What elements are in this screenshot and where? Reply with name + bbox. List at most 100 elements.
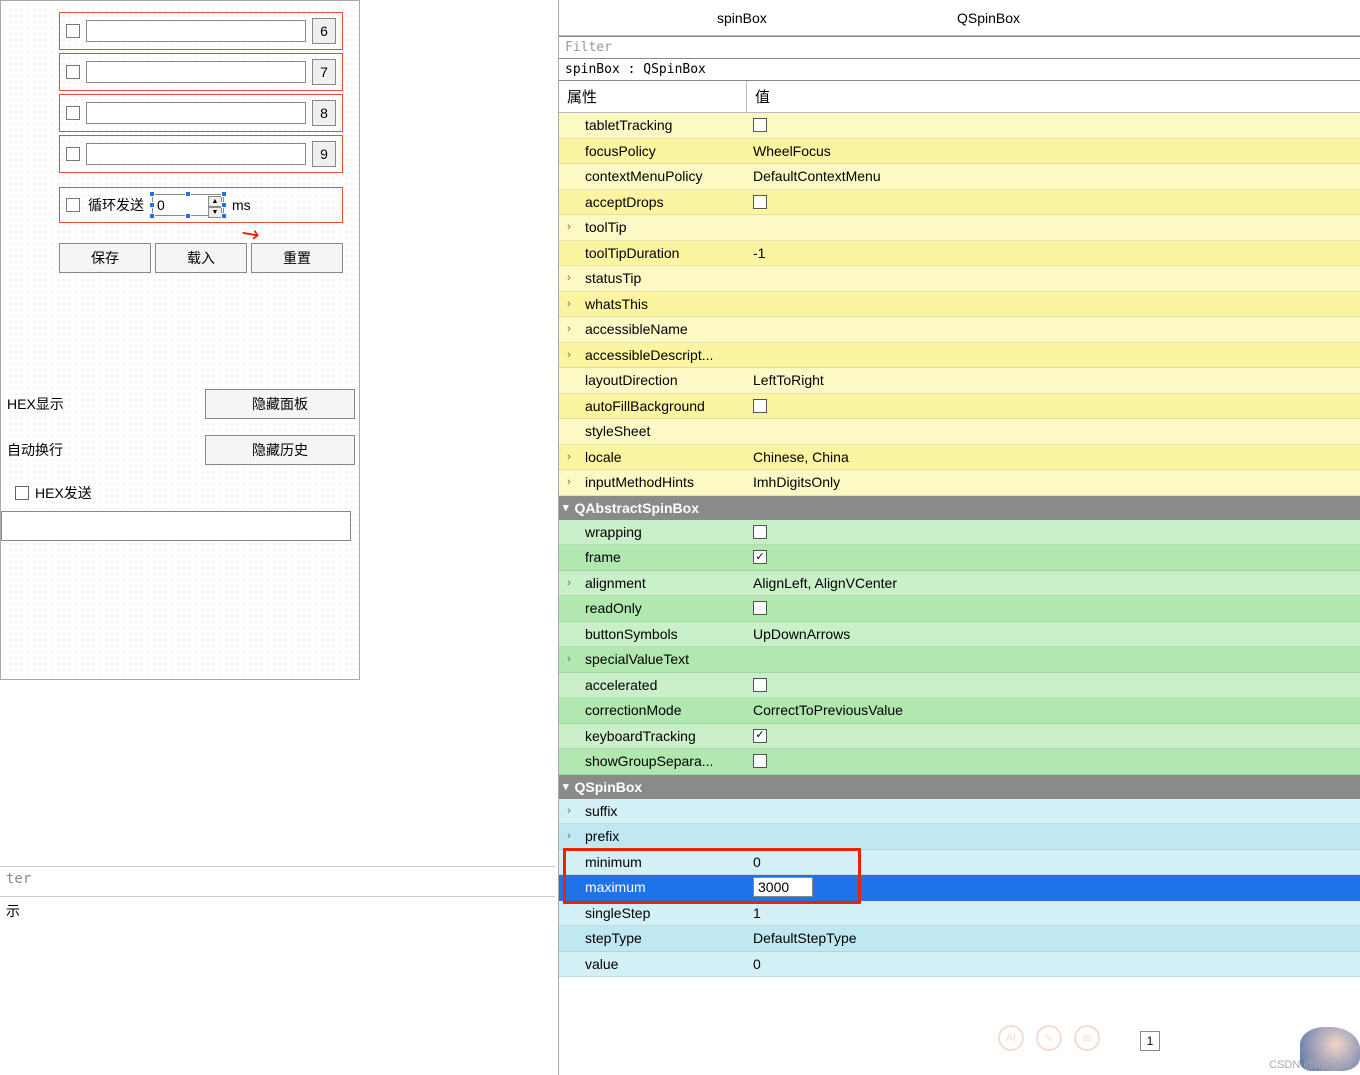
property-row[interactable]: ›prefix [559,824,1360,850]
property-row[interactable]: tabletTracking [559,113,1360,139]
property-value[interactable]: DefaultContextMenu [747,168,1360,184]
row-lineedit[interactable] [86,143,306,165]
property-row[interactable]: contextMenuPolicyDefaultContextMenu [559,164,1360,190]
property-row[interactable]: ›accessibleName [559,317,1360,343]
section-qabstractspinbox[interactable]: ▾ QAbstractSpinBox [559,496,1360,520]
property-row[interactable]: layoutDirectionLeftToRight [559,368,1360,394]
expand-icon[interactable]: › [559,349,579,361]
input-row-9[interactable]: 9 [59,135,343,173]
property-value[interactable]: ✓ [747,729,1360,743]
expand-icon[interactable]: › [559,805,579,817]
hide-panel-button[interactable]: 隐藏面板 [205,389,355,419]
property-value[interactable] [747,601,1360,615]
expand-icon[interactable]: › [559,323,579,335]
property-row[interactable]: ›localeChinese, China [559,445,1360,471]
property-row[interactable]: showGroupSepara... [559,749,1360,775]
property-row[interactable]: ›suffix [559,799,1360,825]
row-checkbox[interactable] [66,147,80,161]
property-value[interactable]: 1 [747,905,1360,921]
property-value[interactable] [747,399,1360,413]
input-row-8[interactable]: 8 [59,94,343,132]
property-row[interactable]: wrapping [559,520,1360,546]
wand-icon[interactable]: ✎ [1036,1025,1062,1051]
property-row[interactable]: acceptDrops [559,190,1360,216]
input-row-7[interactable]: 7 [59,53,343,91]
property-value[interactable]: ✓ [747,550,1360,564]
property-value[interactable]: UpDownArrows [747,626,1360,642]
expand-icon[interactable]: › [559,476,579,488]
input-row-6[interactable]: 6 [59,12,343,50]
property-value[interactable]: AlignLeft, AlignVCenter [747,575,1360,591]
row-number[interactable]: 7 [312,59,336,85]
property-row[interactable]: autoFillBackground [559,394,1360,420]
row-checkbox[interactable] [66,106,80,120]
property-value[interactable]: CorrectToPreviousValue [747,702,1360,718]
expand-icon[interactable]: › [559,221,579,233]
property-row[interactable]: buttonSymbolsUpDownArrows [559,622,1360,648]
send-lineedit[interactable] [1,511,351,541]
property-row[interactable]: ›alignmentAlignLeft, AlignVCenter [559,571,1360,597]
property-value[interactable] [747,678,1360,692]
property-value[interactable] [747,195,1360,209]
property-value[interactable]: WheelFocus [747,143,1360,159]
expand-icon[interactable]: › [559,451,579,463]
msg-icon[interactable]: ✉ [1074,1025,1100,1051]
property-row[interactable]: ›specialValueText [559,647,1360,673]
property-row[interactable]: frame✓ [559,545,1360,571]
property-row[interactable]: accelerated [559,673,1360,699]
row-checkbox[interactable] [66,24,80,38]
row-lineedit[interactable] [86,102,306,124]
checkbox-icon[interactable] [753,601,767,615]
property-row[interactable]: correctionModeCorrectToPreviousValue [559,698,1360,724]
checkbox-icon[interactable] [753,525,767,539]
property-value[interactable]: -1 [747,245,1360,261]
form-designer-canvas[interactable]: 6 7 8 9 循环发送 0 ▲▼ [0,0,360,680]
expand-icon[interactable]: › [559,653,579,665]
hide-history-button[interactable]: 隐藏历史 [205,435,355,465]
property-row[interactable]: ›statusTip [559,266,1360,292]
section-qspinbox[interactable]: ▾ QSpinBox [559,775,1360,799]
property-row[interactable]: toolTipDuration-1 [559,241,1360,267]
property-row[interactable]: ›inputMethodHintsImhDigitsOnly [559,470,1360,496]
checkbox-icon[interactable] [753,678,767,692]
property-row[interactable]: ›toolTip [559,215,1360,241]
ai-icon[interactable]: AI [998,1025,1024,1051]
object-tree-row[interactable]: spinBox QSpinBox [559,0,1360,36]
expand-icon[interactable]: › [559,577,579,589]
property-row[interactable]: readOnly [559,596,1360,622]
checkbox-icon[interactable] [753,399,767,413]
property-value[interactable]: 0 [747,956,1360,972]
spinbox-arrows-icon[interactable]: ▲▼ [208,196,222,214]
save-button[interactable]: 保存 [59,243,151,273]
row-lineedit[interactable] [86,20,306,42]
row-lineedit[interactable] [86,61,306,83]
property-row[interactable]: keyboardTracking✓ [559,724,1360,750]
load-button[interactable]: 载入 [155,243,247,273]
row-number[interactable]: 6 [312,18,336,44]
row-checkbox[interactable] [66,65,80,79]
property-row[interactable]: ›whatsThis [559,292,1360,318]
checkbox-icon[interactable] [753,754,767,768]
property-row[interactable]: focusPolicyWheelFocus [559,139,1360,165]
checkbox-icon[interactable] [753,118,767,132]
property-value[interactable]: ImhDigitsOnly [747,474,1360,490]
expand-icon[interactable]: › [559,298,579,310]
expand-icon[interactable]: › [559,272,579,284]
loop-spinbox[interactable]: 0 ▲▼ [152,194,224,216]
property-row[interactable]: stepTypeDefaultStepType [559,926,1360,952]
property-value[interactable] [747,118,1360,132]
property-value[interactable]: Chinese, China [747,449,1360,465]
property-value[interactable] [747,525,1360,539]
hex-send-checkbox[interactable] [15,486,29,500]
property-value[interactable]: LeftToRight [747,372,1360,388]
checkbox-icon[interactable]: ✓ [753,729,767,743]
checkbox-icon[interactable]: ✓ [753,550,767,564]
property-row[interactable]: ›accessibleDescript... [559,343,1360,369]
property-row[interactable]: styleSheet [559,419,1360,445]
row-number[interactable]: 9 [312,141,336,167]
loop-checkbox[interactable] [66,198,80,212]
property-value[interactable] [747,754,1360,768]
reset-button[interactable]: 重置 [251,243,343,273]
bottom-filter-bar[interactable]: ter [0,866,555,891]
property-value[interactable]: DefaultStepType [747,930,1360,946]
